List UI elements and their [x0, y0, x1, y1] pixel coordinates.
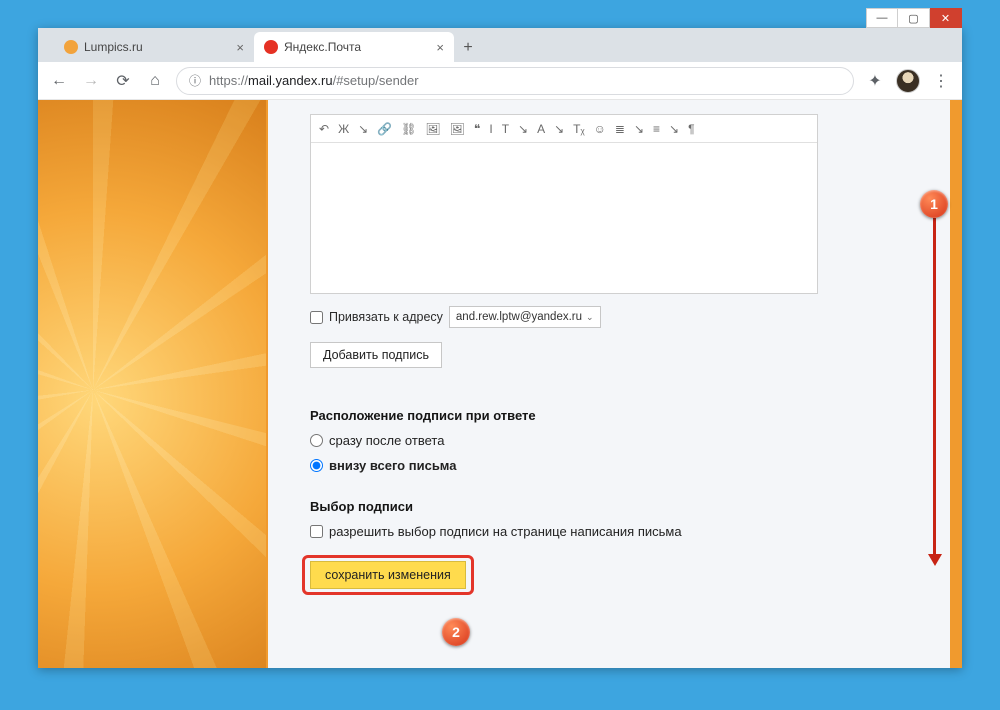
maximize-button[interactable]: ▢ — [898, 8, 930, 28]
textcolor-icon[interactable]: A — [537, 122, 545, 136]
image2-icon[interactable]: 🖼 — [450, 122, 465, 136]
chevron-down-icon[interactable]: ↘ — [518, 122, 528, 136]
quote-icon[interactable]: ❝ — [474, 122, 480, 136]
align-icon[interactable]: ≡ — [653, 122, 660, 136]
allow-signature-choice-checkbox[interactable] — [310, 525, 323, 538]
close-window-button[interactable]: ✕ — [930, 8, 962, 28]
radio-input[interactable] — [310, 434, 323, 447]
annotation-arrow — [933, 218, 936, 558]
italic-icon[interactable]: I — [489, 122, 492, 136]
save-changes-button[interactable]: сохранить изменения — [310, 561, 466, 589]
radio-label: внизу всего письма — [329, 458, 456, 473]
clearformat-icon[interactable]: Tᵪ — [573, 122, 584, 136]
new-tab-button[interactable]: + — [454, 34, 482, 62]
forward-button[interactable]: → — [80, 70, 102, 92]
settings-panel: ↶ Ж ↘ 🔗 ⛓ 🖼 🖼 ❝ I T ↘ A ↘ Tᵪ ☺ ≣ ↘ — [268, 100, 950, 668]
tab-lumpics[interactable]: Lumpics.ru × — [54, 32, 254, 62]
close-tab-icon[interactable]: × — [236, 40, 244, 55]
paragraph-icon[interactable]: ¶ — [688, 122, 694, 136]
chevron-down-icon[interactable]: ↘ — [358, 122, 368, 136]
tab-bar: Lumpics.ru × Яндекс.Почта × + — [38, 28, 962, 62]
extensions-icon[interactable]: ✦ — [864, 70, 886, 92]
chevron-down-icon: ⌄ — [586, 312, 594, 323]
chevron-down-icon[interactable]: ↘ — [634, 122, 644, 136]
home-button[interactable]: ⌂ — [144, 70, 166, 92]
browser-menu-button[interactable]: ⋮ — [930, 70, 952, 92]
add-signature-button[interactable]: Добавить подпись — [310, 342, 442, 368]
address-dropdown-value: and.rew.lptw@yandex.ru — [456, 311, 582, 323]
favicon-icon — [264, 40, 278, 54]
radio-input[interactable] — [310, 459, 323, 472]
signature-position-heading: Расположение подписи при ответе — [310, 408, 932, 423]
back-button[interactable]: ← — [48, 70, 70, 92]
radio-label: сразу после ответа — [329, 433, 444, 448]
close-tab-icon[interactable]: × — [436, 40, 444, 55]
bold-icon[interactable]: Ж — [338, 122, 349, 136]
save-button-wrapper: сохранить изменения — [310, 561, 466, 589]
tab-yandex-mail[interactable]: Яндекс.Почта × — [254, 32, 454, 62]
bind-address-checkbox[interactable] — [310, 311, 323, 324]
chevron-down-icon[interactable]: ↘ — [669, 122, 679, 136]
url-text: https://mail.yandex.ru/#setup/sender — [209, 73, 419, 88]
browser-toolbar: ← → ⟳ ⌂ ⓘ https://mail.yandex.ru/#setup/… — [38, 62, 962, 100]
browser-window: — ▢ ✕ Lumpics.ru × Яндекс.Почта × + ← → … — [38, 28, 962, 668]
signature-choice-heading: Выбор подписи — [310, 499, 932, 514]
bind-address-row: Привязать к адресу and.rew.lptw@yandex.r… — [310, 306, 932, 328]
address-dropdown[interactable]: and.rew.lptw@yandex.ru ⌄ — [449, 306, 601, 328]
tab-label: Яндекс.Почта — [284, 40, 361, 54]
list-icon[interactable]: ≣ — [615, 122, 625, 136]
profile-avatar[interactable] — [896, 69, 920, 93]
sidebar-background-image — [38, 100, 266, 668]
radio-bottom-of-mail[interactable]: внизу всего письма — [310, 458, 932, 473]
editor-toolbar: ↶ Ж ↘ 🔗 ⛓ 🖼 🖼 ❝ I T ↘ A ↘ Tᵪ ☺ ≣ ↘ — [311, 115, 817, 143]
allow-signature-choice-row[interactable]: разрешить выбор подписи на странице напи… — [310, 524, 932, 539]
bind-address-label: Привязать к адресу — [329, 310, 443, 324]
fontsize-icon[interactable]: T — [502, 122, 509, 136]
emoji-icon[interactable]: ☺ — [594, 122, 606, 136]
tab-label: Lumpics.ru — [84, 40, 143, 54]
annotation-marker-1: 1 — [920, 190, 948, 218]
signature-editor[interactable]: ↶ Ж ↘ 🔗 ⛓ 🖼 🖼 ❝ I T ↘ A ↘ Tᵪ ☺ ≣ ↘ — [310, 114, 818, 294]
window-controls: — ▢ ✕ — [866, 8, 962, 28]
chevron-down-icon[interactable]: ↘ — [554, 122, 564, 136]
address-bar[interactable]: ⓘ https://mail.yandex.ru/#setup/sender — [176, 67, 854, 95]
favicon-icon — [64, 40, 78, 54]
radio-after-reply[interactable]: сразу после ответа — [310, 433, 932, 448]
annotation-marker-2: 2 — [442, 618, 470, 646]
unlink-icon[interactable]: ⛓ — [401, 122, 416, 136]
checkbox-label: разрешить выбор подписи на странице напи… — [329, 524, 682, 539]
minimize-button[interactable]: — — [866, 8, 898, 28]
undo-icon[interactable]: ↶ — [319, 122, 329, 136]
link-icon[interactable]: 🔗 — [377, 122, 392, 136]
site-info-icon[interactable]: ⓘ — [189, 72, 201, 89]
reload-button[interactable]: ⟳ — [112, 70, 134, 92]
image-icon[interactable]: 🖼 — [425, 122, 440, 136]
page-viewport: ↶ Ж ↘ 🔗 ⛓ 🖼 🖼 ❝ I T ↘ A ↘ Tᵪ ☺ ≣ ↘ — [38, 100, 962, 668]
